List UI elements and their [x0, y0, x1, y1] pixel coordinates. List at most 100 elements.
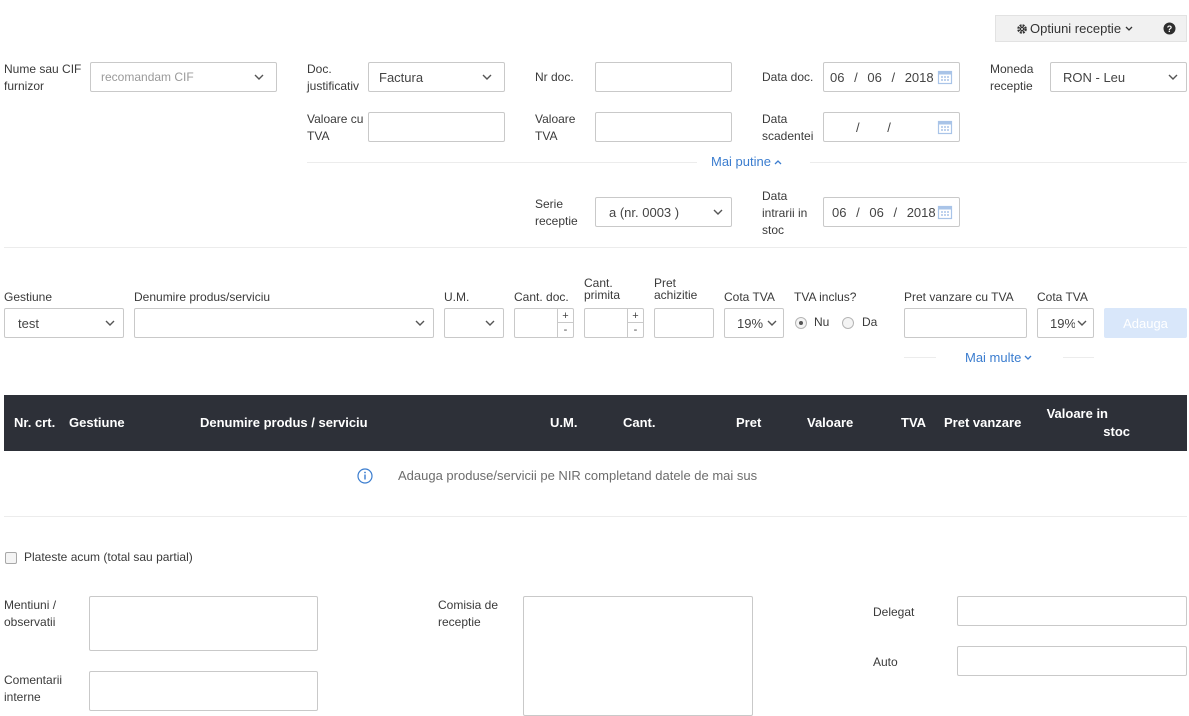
- doc-date-year[interactable]: 2018: [905, 70, 934, 85]
- date-separator: /: [891, 69, 896, 85]
- chevron-down-icon: [415, 320, 425, 326]
- col-stock-value: Valoare in stoc: [1046, 406, 1130, 439]
- show-more-link[interactable]: Mai multe: [965, 350, 1032, 365]
- section-divider: [4, 247, 1187, 248]
- mentions-label: Mentiuni / observatii: [4, 598, 57, 629]
- sale-price-label: Pret vanzare cu TVA: [904, 290, 1014, 304]
- currency-select[interactable]: RON - Leu: [1050, 62, 1187, 92]
- reception-options-button[interactable]: Optiuni receptie ?: [995, 15, 1187, 42]
- chevron-up-icon: [774, 159, 782, 164]
- chevron-down-icon: [1125, 26, 1133, 31]
- stock-date-day[interactable]: 06: [832, 205, 846, 220]
- col-product: Denumire produs / serviciu: [200, 415, 368, 430]
- reception-series-select[interactable]: a (nr. 0003 ): [595, 197, 732, 227]
- product-label: Denumire produs/serviciu: [134, 290, 271, 304]
- calendar-icon[interactable]: [937, 204, 953, 220]
- sale-vat-rate-label: Cota TVA: [1037, 290, 1088, 304]
- vat-included-yes-label: Da: [862, 315, 878, 329]
- stock-date-month[interactable]: 06: [869, 205, 883, 220]
- col-vat: TVA: [901, 415, 927, 430]
- vat-rate-select[interactable]: 19%: [724, 308, 784, 338]
- col-value: Valoare: [807, 415, 854, 430]
- divider: [1063, 357, 1094, 358]
- decrement-button[interactable]: -: [627, 323, 643, 337]
- due-date-label: Data scadentei: [762, 112, 814, 143]
- warehouse-select[interactable]: test: [4, 308, 124, 338]
- vat-value-input[interactable]: [595, 112, 732, 142]
- value-with-vat-label: Valoare cu TVA: [307, 112, 364, 143]
- supplier-label: Nume sau CIF furnizor: [4, 62, 82, 93]
- unit-select[interactable]: [444, 308, 504, 338]
- reception-options-label: Optiuni receptie: [1030, 21, 1122, 36]
- col-sale-price: Pret vanzare: [944, 415, 1022, 430]
- gear-icon: [1017, 24, 1027, 34]
- pay-now-checkbox[interactable]: [5, 552, 17, 564]
- info-icon: [357, 468, 373, 484]
- increment-button[interactable]: +: [557, 309, 573, 323]
- date-separator: /: [856, 119, 860, 135]
- sale-price-input[interactable]: [904, 308, 1027, 338]
- doc-number-label: Nr doc.: [535, 70, 574, 84]
- qty-doc-stepper[interactable]: + -: [514, 308, 574, 338]
- question-circle-icon[interactable]: ?: [1163, 22, 1176, 35]
- doc-date-label: Data doc.: [762, 70, 814, 84]
- add-product-button[interactable]: Adauga: [1104, 308, 1187, 338]
- date-separator: /: [887, 119, 891, 135]
- value-with-vat-input[interactable]: [368, 112, 505, 142]
- chevron-down-icon: [1024, 355, 1032, 360]
- currency-label: Moneda receptie: [990, 62, 1034, 93]
- vat-rate-label: Cota TVA: [724, 290, 775, 304]
- date-separator: /: [854, 69, 858, 85]
- divider: [307, 162, 697, 163]
- due-date-input[interactable]: / /: [823, 112, 960, 142]
- pay-now-label: Plateste acum (total sau partial): [24, 550, 193, 564]
- show-less-link[interactable]: Mai putine: [711, 154, 782, 169]
- increment-button[interactable]: +: [627, 309, 643, 323]
- purchase-price-label: Pret achizitie: [654, 276, 698, 302]
- calendar-icon[interactable]: [937, 69, 953, 85]
- internal-comments-label: Comentarii interne: [4, 673, 63, 704]
- chevron-down-icon: [1168, 74, 1178, 80]
- svg-text:?: ?: [1167, 24, 1173, 34]
- delegate-label: Delegat: [873, 605, 915, 619]
- vat-included-no-radio[interactable]: [795, 317, 807, 329]
- divider: [810, 162, 1187, 163]
- stock-date-label: Data intrarii in stoc: [762, 189, 808, 237]
- decrement-button[interactable]: -: [557, 323, 573, 337]
- product-select[interactable]: [134, 308, 434, 338]
- supplier-select[interactable]: recomandam CIF: [90, 62, 277, 92]
- doc-date-month[interactable]: 06: [867, 70, 881, 85]
- col-unit: U.M.: [550, 415, 578, 430]
- unit-label: U.M.: [444, 290, 470, 304]
- col-qty: Cant.: [623, 415, 656, 430]
- stock-date-input[interactable]: 06 / 06 / 2018: [823, 197, 960, 227]
- auto-input[interactable]: [957, 646, 1187, 676]
- qty-received-stepper[interactable]: + -: [584, 308, 644, 338]
- doc-type-select[interactable]: Factura: [368, 62, 505, 92]
- sale-vat-rate-select[interactable]: 19%: [1037, 308, 1094, 338]
- doc-date-input[interactable]: 06 / 06 / 2018: [823, 62, 960, 92]
- qty-received-label: Cant. primita: [584, 276, 621, 302]
- doc-type-label: Doc. justificativ: [307, 62, 360, 93]
- doc-number-input[interactable]: [595, 62, 732, 92]
- empty-table-message: Adauga produse/servicii pe NIR completan…: [398, 468, 758, 483]
- col-price: Pret: [736, 415, 762, 430]
- divider: [904, 357, 936, 358]
- mentions-textarea[interactable]: [89, 596, 318, 651]
- internal-comments-textarea[interactable]: [89, 671, 318, 711]
- committee-label: Comisia de receptie: [438, 598, 499, 629]
- stock-date-year[interactable]: 2018: [907, 205, 936, 220]
- date-separator: /: [856, 204, 860, 220]
- warehouse-label: Gestiune: [4, 290, 53, 304]
- vat-included-yes-radio[interactable]: [842, 317, 854, 329]
- col-nr: Nr. crt.: [14, 415, 56, 430]
- committee-textarea[interactable]: [523, 596, 753, 716]
- qty-doc-label: Cant. doc.: [514, 290, 569, 304]
- purchase-price-input[interactable]: [654, 308, 714, 338]
- doc-date-day[interactable]: 06: [830, 70, 844, 85]
- chevron-down-icon: [1077, 320, 1087, 326]
- delegate-input[interactable]: [957, 596, 1187, 626]
- chevron-down-icon: [713, 209, 723, 215]
- show-less-label: Mai putine: [711, 154, 771, 169]
- calendar-icon[interactable]: [937, 119, 953, 135]
